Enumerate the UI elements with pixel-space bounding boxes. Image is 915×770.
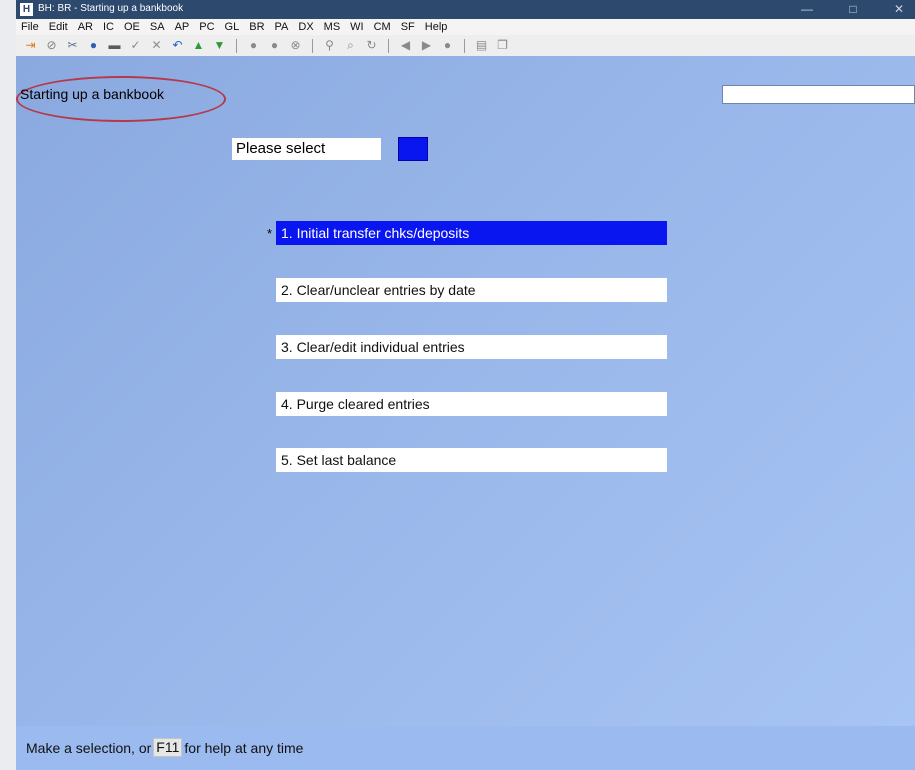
menu-ap[interactable]: AP xyxy=(170,21,195,33)
menu-br[interactable]: BR xyxy=(244,21,269,33)
current-option-marker: * xyxy=(267,226,273,241)
menu-edit[interactable]: Edit xyxy=(44,21,73,33)
undo-icon[interactable]: ↶ xyxy=(171,39,184,52)
menu-pa[interactable]: PA xyxy=(270,21,294,33)
minimize-icon[interactable]: — xyxy=(792,0,822,19)
next-icon[interactable]: ▶ xyxy=(420,39,433,52)
close-icon[interactable]: ✕ xyxy=(884,0,914,19)
selection-input[interactable] xyxy=(398,137,428,161)
top-right-field[interactable] xyxy=(722,85,915,104)
cancel-icon[interactable]: ⊘ xyxy=(45,39,58,52)
toolbar: ⇥ ⊘ ✂ ● ▬ ✓ ✕ ↶ ▲ ▼ ● ● ⊗ ⚲ ⌕ ↻ ◀ ▶ ● ▤ ❐ xyxy=(16,35,915,56)
menu-sf[interactable]: SF xyxy=(396,21,420,33)
check-icon[interactable]: ✓ xyxy=(129,39,142,52)
refresh-icon[interactable]: ↻ xyxy=(365,39,378,52)
menu-option-5[interactable]: 5. Set last balance xyxy=(276,448,667,472)
desktop-edge xyxy=(0,0,16,770)
menu-option-3[interactable]: 3. Clear/edit individual entries xyxy=(276,335,667,359)
status-message: Make a selection, or F11 for help at any… xyxy=(26,738,303,757)
menu-bar: File Edit AR IC OE SA AP PC GL BR PA DX MS WI CM SF Help xyxy=(16,19,915,35)
help-key: F11 xyxy=(153,738,183,757)
down-arrow-icon[interactable]: ▼ xyxy=(213,39,226,52)
menu-ic[interactable]: IC xyxy=(98,21,119,33)
circle-1-icon[interactable]: ● xyxy=(247,39,260,52)
globe-icon[interactable]: ● xyxy=(87,39,100,52)
menu-pc[interactable]: PC xyxy=(194,21,219,33)
menu-option-1[interactable]: 1. Initial transfer chks/deposits xyxy=(276,221,667,245)
menu-dx[interactable]: DX xyxy=(293,21,318,33)
toolbar-separator xyxy=(464,38,465,53)
menu-ar[interactable]: AR xyxy=(73,21,98,33)
menu-option-4[interactable]: 4. Purge cleared entries xyxy=(276,392,667,416)
globe-gray-icon[interactable]: ● xyxy=(441,39,454,52)
menu-cm[interactable]: CM xyxy=(369,21,396,33)
delete-icon[interactable]: ✕ xyxy=(150,39,163,52)
zoom-icon[interactable]: ⌕ xyxy=(344,39,357,52)
status-bar: Make a selection, or F11 for help at any… xyxy=(16,726,915,770)
menu-gl[interactable]: GL xyxy=(220,21,245,33)
circle-2-icon[interactable]: ● xyxy=(268,39,281,52)
exit-icon[interactable]: ⇥ xyxy=(24,39,37,52)
workspace: Starting up a bankbook Please select * 1… xyxy=(16,56,915,726)
screen-title: Starting up a bankbook xyxy=(20,86,164,102)
tools-icon[interactable]: ✂ xyxy=(66,39,79,52)
menu-help[interactable]: Help xyxy=(420,21,453,33)
binoculars-icon[interactable]: ⚲ xyxy=(323,39,336,52)
circle-3-icon[interactable]: ⊗ xyxy=(289,39,302,52)
menu-option-2[interactable]: 2. Clear/unclear entries by date xyxy=(276,278,667,302)
prev-icon[interactable]: ◀ xyxy=(399,39,412,52)
up-arrow-icon[interactable]: ▲ xyxy=(192,39,205,52)
please-select-label: Please select xyxy=(232,138,381,160)
print-icon[interactable]: ▬ xyxy=(108,39,121,52)
app-icon: H xyxy=(20,3,33,16)
title-bar: H BH: BR - Starting up a bankbook — □ ✕ xyxy=(16,0,915,19)
menu-wi[interactable]: WI xyxy=(345,21,368,33)
toolbar-separator xyxy=(236,38,237,53)
menu-oe[interactable]: OE xyxy=(119,21,145,33)
toolbar-separator xyxy=(312,38,313,53)
toolbar-separator xyxy=(388,38,389,53)
window-title: BH: BR - Starting up a bankbook xyxy=(38,3,184,14)
menu-sa[interactable]: SA xyxy=(145,21,170,33)
copy-icon[interactable]: ❐ xyxy=(496,39,509,52)
app-window: H BH: BR - Starting up a bankbook — □ ✕ … xyxy=(16,0,915,770)
status-text-before: Make a selection, or xyxy=(26,739,152,756)
status-text-after: for help at any time xyxy=(184,739,304,756)
menu-file[interactable]: File xyxy=(16,21,44,33)
menu-ms[interactable]: MS xyxy=(319,21,346,33)
maximize-icon[interactable]: □ xyxy=(838,0,868,19)
document-icon[interactable]: ▤ xyxy=(475,39,488,52)
